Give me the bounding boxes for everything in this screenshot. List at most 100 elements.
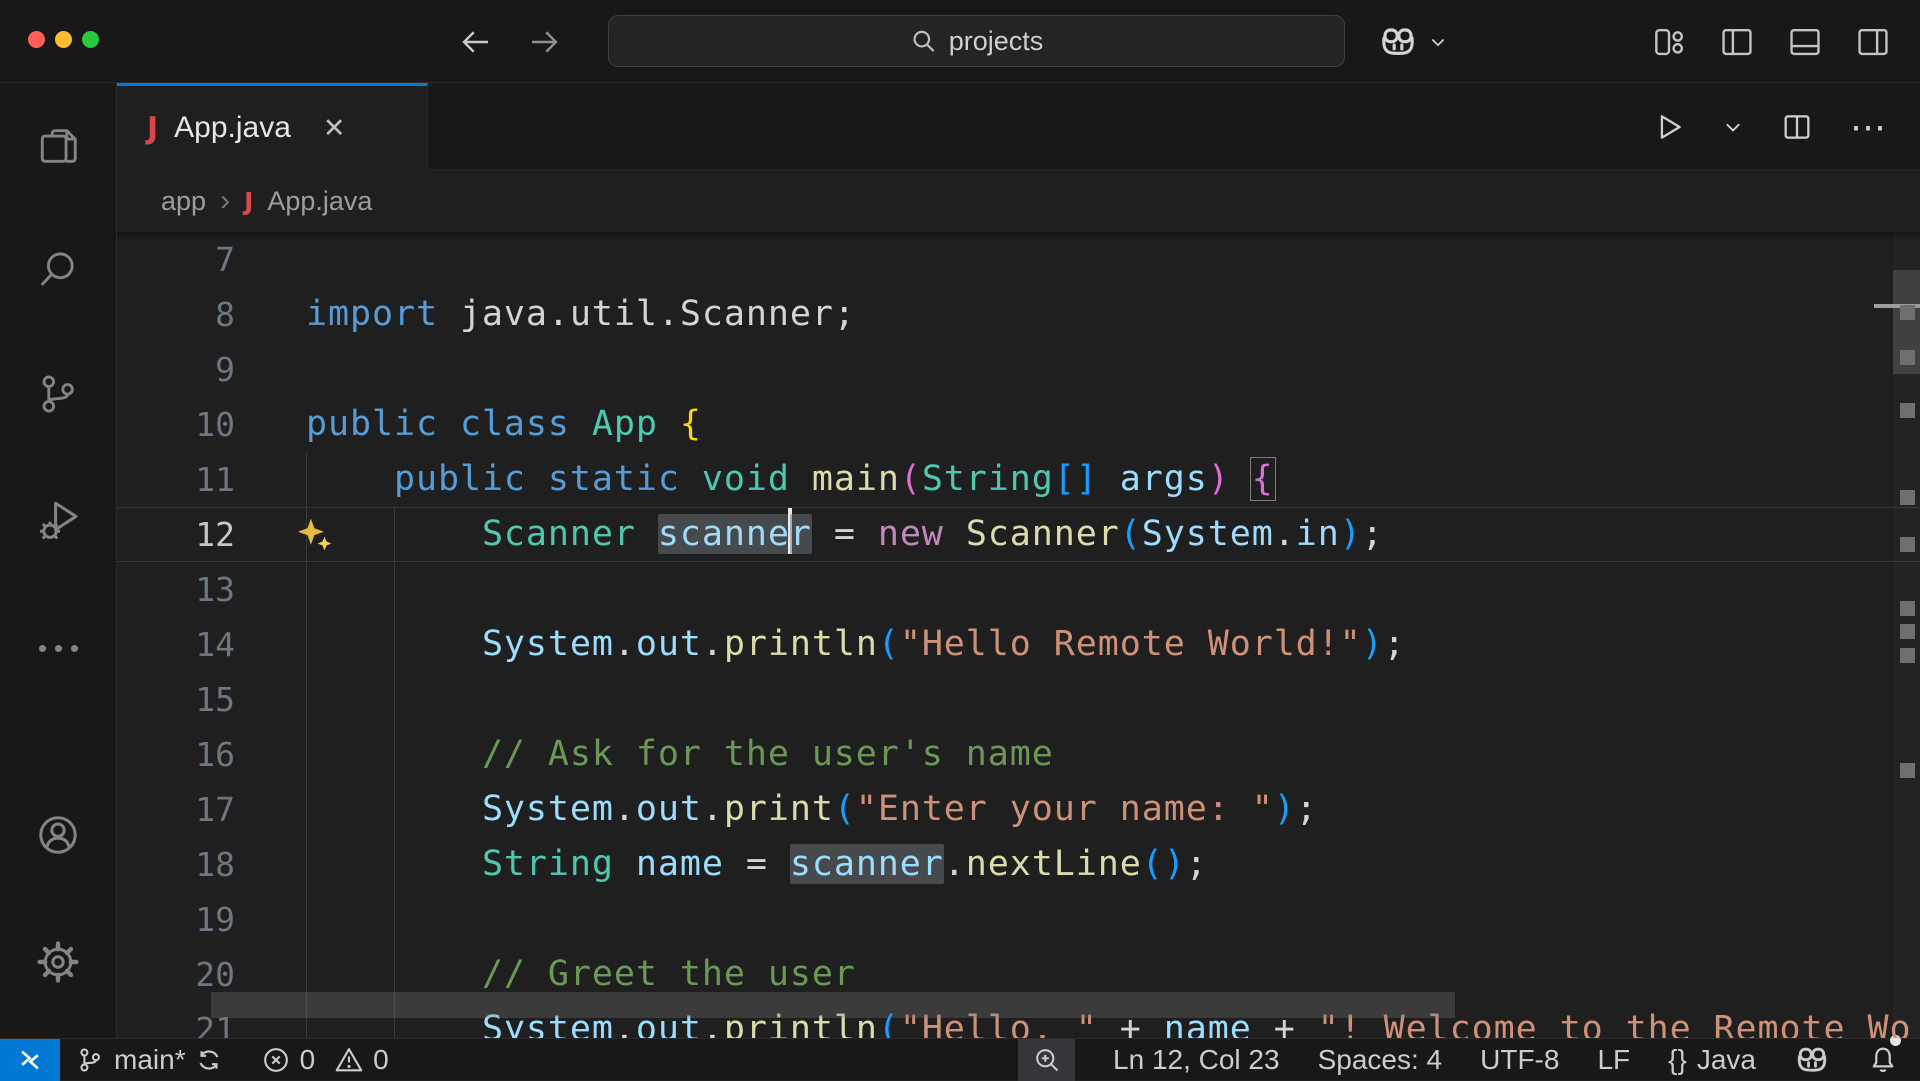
run-button[interactable] bbox=[1652, 110, 1686, 144]
code-token[interactable]: [] bbox=[1054, 459, 1098, 499]
line-number[interactable]: 14 bbox=[117, 617, 235, 672]
code-token[interactable]: { bbox=[680, 404, 702, 444]
branch-status-item[interactable]: main* bbox=[76, 1039, 222, 1081]
encoding-item[interactable]: UTF-8 bbox=[1480, 1039, 1559, 1081]
settings-gear-icon[interactable] bbox=[0, 934, 116, 990]
eol-item[interactable]: LF bbox=[1597, 1039, 1630, 1081]
line-number[interactable]: 11 bbox=[117, 452, 235, 507]
code-token[interactable]: ; bbox=[1296, 789, 1318, 829]
language-mode-item[interactable]: {} Java bbox=[1668, 1039, 1756, 1081]
code-line-10[interactable]: 10 public class App { bbox=[117, 397, 1920, 452]
command-center-search[interactable]: projects bbox=[608, 15, 1345, 67]
line-number[interactable]: 18 bbox=[117, 837, 235, 892]
split-editor-icon[interactable] bbox=[1780, 110, 1814, 144]
code-token[interactable]: new bbox=[878, 514, 944, 554]
code-token[interactable]: ) bbox=[1274, 789, 1296, 829]
code-token[interactable]: // Greet the user bbox=[482, 954, 856, 994]
horizontal-scrollbar[interactable] bbox=[211, 992, 1455, 1018]
code-token[interactable]: () bbox=[1142, 844, 1186, 884]
minimize-window-button[interactable] bbox=[55, 31, 72, 48]
code-token[interactable] bbox=[1098, 459, 1120, 499]
toggle-primary-sidebar-icon[interactable] bbox=[1718, 23, 1756, 61]
code-token[interactable]: args bbox=[1120, 459, 1208, 499]
code-token[interactable]: import bbox=[306, 294, 438, 334]
notifications-bell-item[interactable] bbox=[1868, 1039, 1898, 1081]
zoom-window-button[interactable] bbox=[82, 31, 99, 48]
breadcrumb-folder[interactable]: app bbox=[161, 186, 206, 217]
code-token[interactable] bbox=[1230, 459, 1252, 499]
code-token[interactable]: ) bbox=[1340, 514, 1362, 554]
copilot-status-item[interactable] bbox=[1794, 1039, 1830, 1081]
code-line-11[interactable]: 11 public static void main(String[] args… bbox=[117, 452, 1920, 507]
code-token[interactable]: in bbox=[1296, 514, 1340, 554]
code-token[interactable]: = bbox=[812, 514, 878, 554]
toggle-secondary-sidebar-icon[interactable] bbox=[1854, 23, 1892, 61]
breadcrumb-file[interactable]: App.java bbox=[267, 186, 372, 217]
code-token[interactable]: public bbox=[306, 404, 438, 444]
code-token[interactable] bbox=[944, 514, 966, 554]
code-token[interactable]: App bbox=[592, 404, 658, 444]
line-number[interactable]: 10 bbox=[117, 397, 235, 452]
code-token[interactable]: ) bbox=[1208, 459, 1230, 499]
run-and-debug-icon[interactable] bbox=[0, 492, 116, 548]
line-number[interactable]: 15 bbox=[117, 672, 235, 727]
code-token[interactable]: out bbox=[636, 624, 702, 664]
editor-zoom-indicator[interactable] bbox=[1018, 1039, 1075, 1081]
code-token[interactable] bbox=[658, 404, 680, 444]
code-token[interactable]: . bbox=[614, 789, 636, 829]
code-token[interactable] bbox=[526, 459, 548, 499]
line-number[interactable]: 8 bbox=[117, 287, 235, 342]
code-token[interactable]: ( bbox=[834, 789, 856, 829]
code-token[interactable]: print bbox=[724, 789, 834, 829]
code-token[interactable]: scanner bbox=[790, 844, 944, 884]
code-token[interactable]: . bbox=[1274, 514, 1296, 554]
indentation-item[interactable]: Spaces: 4 bbox=[1318, 1039, 1443, 1081]
account-icon[interactable] bbox=[0, 807, 116, 863]
code-token[interactable]: System bbox=[482, 789, 614, 829]
editor[interactable]: 78import java.util.Scanner;910public cla… bbox=[117, 232, 1920, 1038]
code-token[interactable] bbox=[306, 459, 394, 499]
code-token[interactable]: System bbox=[1142, 514, 1274, 554]
code-token[interactable]: class bbox=[460, 404, 570, 444]
code-token[interactable]: . bbox=[702, 789, 724, 829]
code-token[interactable]: scanne bbox=[658, 514, 790, 554]
code-token[interactable]: { bbox=[1252, 459, 1274, 499]
code-token[interactable]: ; bbox=[1362, 514, 1384, 554]
code-line-18[interactable]: 18 String name = scanner.nextLine(); bbox=[117, 837, 1920, 892]
code-token[interactable] bbox=[790, 459, 812, 499]
code-token[interactable]: Scanner bbox=[482, 514, 636, 554]
code-line-17[interactable]: 17 System.out.print("Enter your name: ")… bbox=[117, 782, 1920, 837]
code-token[interactable]: String bbox=[922, 459, 1054, 499]
explorer-icon[interactable] bbox=[0, 118, 116, 174]
close-tab-icon[interactable]: ✕ bbox=[323, 113, 346, 144]
code-token[interactable]: java.util.Scanner; bbox=[438, 294, 856, 334]
code-line-15[interactable]: 15 bbox=[117, 672, 1920, 727]
code-line-12[interactable]: 12 Scanner scanner = new Scanner(System.… bbox=[117, 507, 1920, 562]
code-token[interactable]: "Enter your name: " bbox=[856, 789, 1274, 829]
code-token[interactable]: // Ask for the user's name bbox=[482, 734, 1054, 774]
code-token[interactable] bbox=[306, 954, 482, 994]
run-dropdown-chevron-icon[interactable] bbox=[1722, 116, 1744, 138]
code-token[interactable] bbox=[306, 624, 482, 664]
line-number[interactable]: 16 bbox=[117, 727, 235, 782]
line-number[interactable]: 13 bbox=[117, 562, 235, 617]
close-window-button[interactable] bbox=[28, 31, 45, 48]
code-token[interactable] bbox=[306, 844, 482, 884]
code-token[interactable]: "Hello Remote World!" bbox=[900, 624, 1362, 664]
line-number[interactable]: 12 bbox=[117, 507, 235, 562]
problems-status-item[interactable]: 0 0 bbox=[262, 1039, 389, 1081]
code-line-14[interactable]: 14 System.out.println("Hello Remote Worl… bbox=[117, 617, 1920, 672]
code-token[interactable]: . bbox=[944, 844, 966, 884]
code-token[interactable]: = bbox=[724, 844, 790, 884]
code-token[interactable]: . bbox=[614, 624, 636, 664]
code-token[interactable] bbox=[570, 404, 592, 444]
toggle-panel-icon[interactable] bbox=[1786, 23, 1824, 61]
code-token[interactable]: out bbox=[636, 789, 702, 829]
back-icon[interactable] bbox=[458, 24, 494, 60]
code-token[interactable]: System bbox=[482, 624, 614, 664]
code-line-16[interactable]: 16 // Ask for the user's name bbox=[117, 727, 1920, 782]
code-token[interactable]: void bbox=[702, 459, 790, 499]
code-token[interactable]: name bbox=[636, 844, 724, 884]
forward-icon[interactable] bbox=[526, 24, 562, 60]
code-token[interactable]: ( bbox=[900, 459, 922, 499]
